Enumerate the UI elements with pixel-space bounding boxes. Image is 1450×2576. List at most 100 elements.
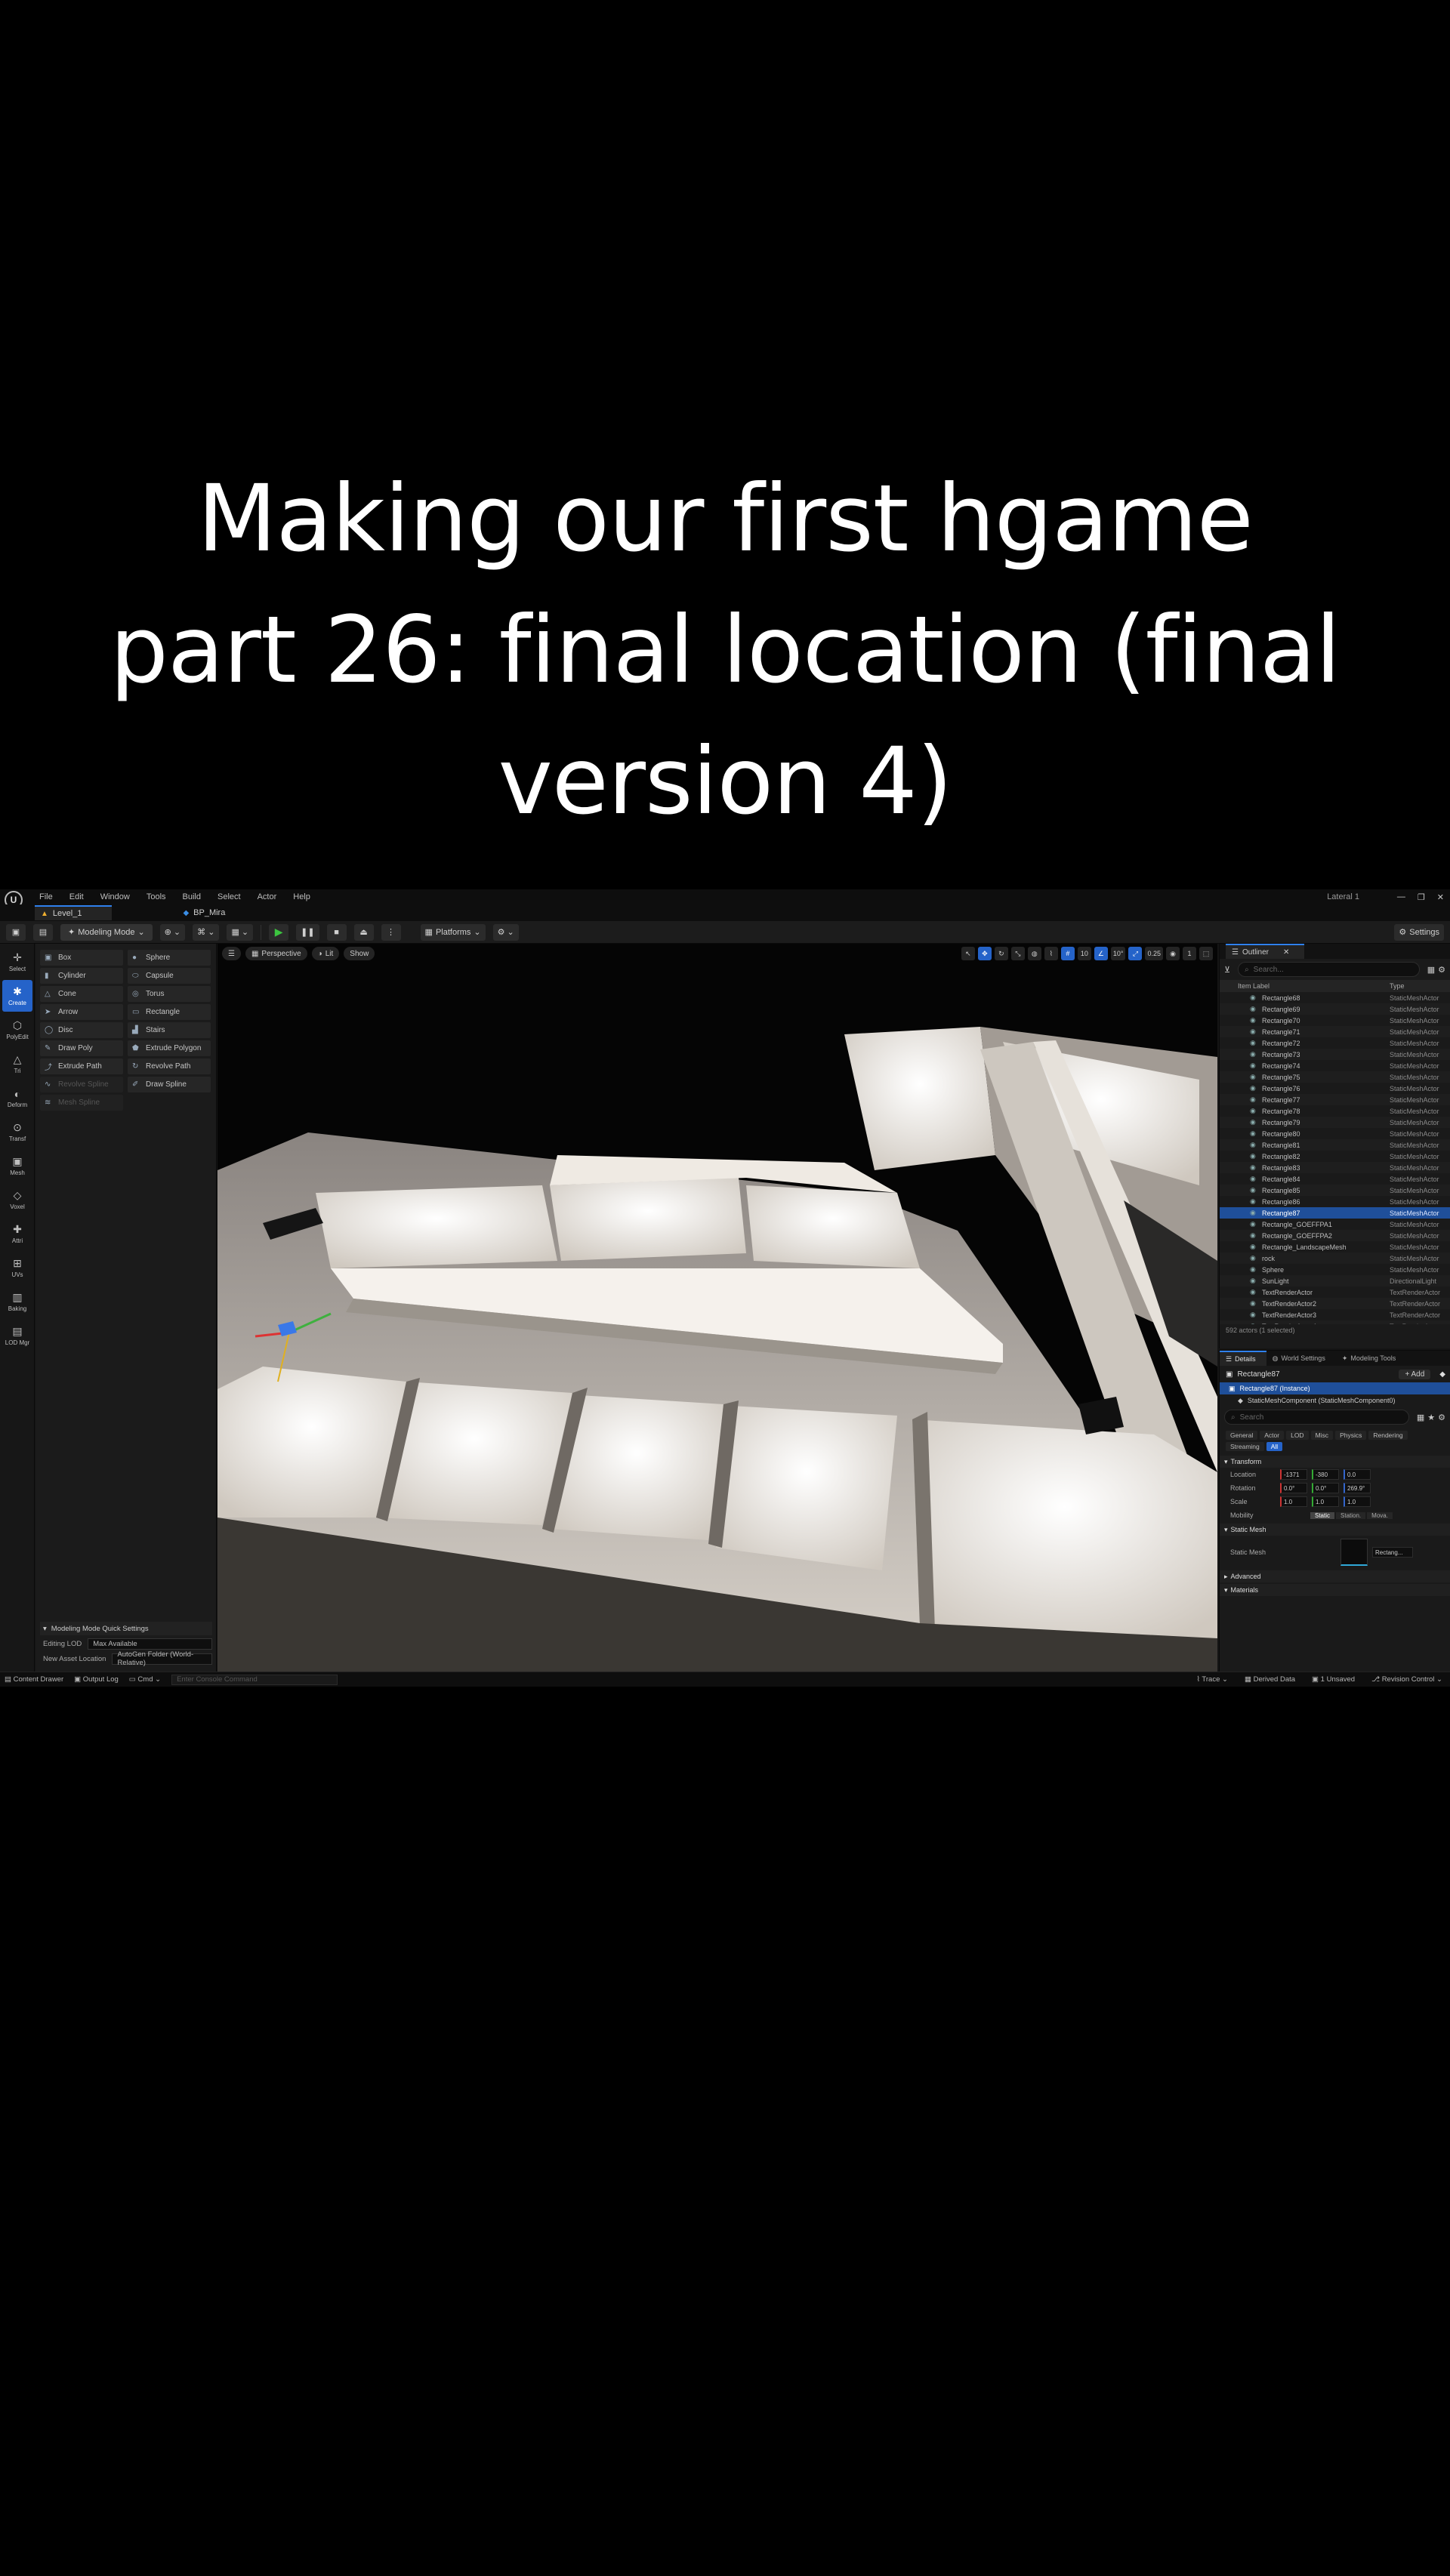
outliner-row[interactable]: ◉ Rectangle74 StaticMeshActor [1220, 1060, 1450, 1071]
filter-actor[interactable]: Actor [1260, 1431, 1285, 1440]
mode-attributes[interactable]: ✚ Attri [2, 1218, 32, 1249]
outliner-row[interactable]: ◉ Rectangle83 StaticMeshActor [1220, 1162, 1450, 1173]
rotation-label[interactable]: Rotation [1230, 1484, 1276, 1492]
outliner-row[interactable]: ◉ Rectangle86 StaticMeshActor [1220, 1196, 1450, 1207]
tool-box[interactable]: ▣ Box [40, 950, 123, 966]
scale-snap-icon[interactable]: ⤢ [1128, 947, 1143, 960]
console-input[interactable]: Enter Console Command [171, 1674, 338, 1685]
outliner-row[interactable]: ◉ Rectangle76 StaticMeshActor [1220, 1083, 1450, 1094]
static-mesh-section[interactable]: ▾ Static Mesh [1220, 1524, 1450, 1536]
grid-snap-value[interactable]: 10 [1077, 947, 1091, 960]
filter-misc[interactable]: Misc [1310, 1431, 1334, 1440]
maximize-viewport-icon[interactable]: ⬚ [1199, 947, 1213, 960]
asset-location-select[interactable]: AutoGen Folder (World-Relative) [112, 1650, 212, 1667]
tab-details[interactable]: ☰ Details [1220, 1351, 1266, 1366]
outliner-row[interactable]: ◉ Rectangle71 StaticMeshActor [1220, 1026, 1450, 1037]
derived-data-button[interactable]: ▦ Derived Data [1245, 1675, 1295, 1684]
tab-outliner[interactable]: ☰ Outliner ✕ [1226, 944, 1305, 959]
stop-button[interactable]: ■ [326, 923, 347, 941]
outliner-row[interactable]: ◉ Rectangle77 StaticMeshActor [1220, 1094, 1450, 1105]
filter-rendering[interactable]: Rendering [1368, 1431, 1408, 1440]
location-z[interactable]: 0.0 [1344, 1469, 1371, 1480]
editing-lod-select[interactable]: Max Available [88, 1638, 212, 1650]
mode-voxel[interactable]: ◇ Voxel [2, 1184, 32, 1216]
outliner-row[interactable]: ◉ Rectangle84 StaticMeshActor [1220, 1173, 1450, 1185]
tool-cone[interactable]: △ Cone [40, 986, 123, 1002]
tool-arrow[interactable]: ➤ Arrow [40, 1004, 123, 1020]
menu-help[interactable]: Help [293, 892, 310, 901]
menu-file[interactable]: File [39, 892, 53, 901]
perspective-button[interactable]: ▦ Perspective [245, 947, 307, 960]
tab-world-settings[interactable]: ◍ World Settings [1266, 1351, 1336, 1366]
unsaved-button[interactable]: ▣ 1 Unsaved [1312, 1675, 1355, 1684]
gear-icon[interactable]: ⚙ [1438, 965, 1445, 975]
outliner-row[interactable]: ◉ Rectangle72 StaticMeshActor [1220, 1037, 1450, 1049]
trace-button[interactable]: ⌇ Trace ⌄ [1196, 1675, 1228, 1684]
tool-disc[interactable]: ◯ Disc [40, 1022, 123, 1038]
tool-revolve-path[interactable]: ↻ Revolve Path [128, 1058, 211, 1074]
lit-button[interactable]: ◑ Lit [311, 947, 340, 960]
tool-extrude-polygon[interactable]: ⬟ Extrude Polygon [128, 1040, 211, 1056]
revision-control-button[interactable]: ⎇ Revision Control ⌄ [1371, 1675, 1442, 1684]
platforms-button[interactable]: ▦ Platforms ⌄ [420, 923, 486, 941]
filter-streaming[interactable]: Streaming [1226, 1442, 1264, 1451]
outliner-search-input[interactable]: ⌕ Search... [1238, 962, 1420, 977]
save-icon[interactable]: ▣ [6, 923, 26, 941]
component-static-mesh[interactable]: ◆ StaticMeshComponent (StaticMeshCompone… [1220, 1394, 1450, 1407]
output-log-button[interactable]: ▣ Output Log [74, 1675, 119, 1684]
level-viewport[interactable]: ☰ ▦ Perspective ◑ Lit Show ↖ ✥ ↻ ⤡ ◍ ⌇ # 1… [218, 944, 1217, 1672]
mode-lod[interactable]: ▤ LOD Mgr [2, 1320, 32, 1351]
world-space-icon[interactable]: ◍ [1027, 947, 1041, 960]
play-options-button[interactable]: ⋮ [381, 923, 401, 941]
camera-speed-value[interactable]: 1 [1183, 947, 1196, 960]
tool-sphere[interactable]: ● Sphere [128, 950, 211, 966]
rotate-icon[interactable]: ↻ [994, 947, 1008, 960]
surface-snap-icon[interactable]: ⌇ [1044, 947, 1058, 960]
minimize-icon[interactable]: — [1397, 892, 1405, 902]
filter-physics[interactable]: Physics [1335, 1431, 1367, 1440]
outliner-row[interactable]: ◉ Rectangle68 StaticMeshActor [1220, 992, 1450, 1003]
tab-modeling-tools[interactable]: ✦ Modeling Tools [1336, 1351, 1406, 1366]
col-item-label[interactable]: Item Label [1238, 982, 1270, 990]
mode-create[interactable]: ✱ Create [2, 980, 32, 1012]
quick-settings-header[interactable]: ▾ Modeling Mode Quick Settings [40, 1622, 212, 1635]
outliner-row[interactable]: ◉ Rectangle79 StaticMeshActor [1220, 1117, 1450, 1128]
details-search-input[interactable]: ⌕ Search [1224, 1410, 1409, 1425]
mode-select[interactable]: ✛ Select [2, 946, 32, 978]
mode-selector[interactable]: ✦ Modeling Mode ⌄ [60, 923, 153, 941]
menu-actor[interactable]: Actor [258, 892, 277, 901]
mode-polyedit[interactable]: ⬡ PolyEdit [2, 1014, 32, 1046]
outliner-row[interactable]: ◉ Rectangle87 StaticMeshActor [1220, 1207, 1450, 1219]
location-label[interactable]: Location [1230, 1471, 1276, 1478]
mode-uvs[interactable]: ⊞ UVs [2, 1252, 32, 1283]
outliner-row[interactable]: ◉ TextRenderActor2 TextRenderActor [1220, 1298, 1450, 1309]
outliner-row[interactable]: ◉ Rectangle_GOEFFPA2 StaticMeshActor [1220, 1230, 1450, 1241]
advanced-section[interactable]: ▸ Advanced [1220, 1570, 1450, 1582]
mode-transform[interactable]: ⊙ Transf [2, 1116, 32, 1148]
mobility-stationary[interactable]: Station. [1336, 1511, 1366, 1519]
pause-button[interactable]: ❚❚ [296, 923, 319, 941]
camera-speed-icon[interactable]: ◉ [1166, 947, 1180, 960]
blueprint-icon[interactable]: ◆ [1439, 1370, 1445, 1379]
mobility-static[interactable]: Static [1310, 1511, 1335, 1519]
transform-section[interactable]: ▾ Transform [1220, 1456, 1450, 1468]
outliner-row[interactable]: ◉ Rectangle78 StaticMeshActor [1220, 1105, 1450, 1117]
menu-tools[interactable]: Tools [147, 892, 166, 901]
tool-draw-spline[interactable]: ✐ Draw Spline [128, 1077, 211, 1092]
menu-build[interactable]: Build [183, 892, 201, 901]
select-mode-icon[interactable]: ↖ [961, 947, 975, 960]
tool-draw-poly[interactable]: ✎ Draw Poly [40, 1040, 123, 1056]
menu-edit[interactable]: Edit [69, 892, 84, 901]
tool-torus[interactable]: ◎ Torus [128, 986, 211, 1002]
outliner-row[interactable]: ◉ Rectangle_LandscapeMesh StaticMeshActor [1220, 1241, 1450, 1253]
filter-general[interactable]: General [1226, 1431, 1258, 1440]
cinematics-button[interactable]: ▦ ⌄ [227, 923, 254, 941]
tool-rectangle[interactable]: ▭ Rectangle [128, 1004, 211, 1020]
scale-snap-value[interactable]: 0.25 [1145, 947, 1163, 960]
viewport-menu-button[interactable]: ☰ [222, 947, 241, 960]
scale-y[interactable]: 1.0 [1312, 1496, 1339, 1507]
rotation-z[interactable]: 269.9° [1344, 1483, 1371, 1493]
outliner-row[interactable]: ◉ Rectangle80 StaticMeshActor [1220, 1128, 1450, 1139]
outliner-row[interactable]: ◉ Rectangle73 StaticMeshActor [1220, 1049, 1450, 1060]
component-root[interactable]: ▣ Rectangle87 (Instance) [1220, 1382, 1450, 1394]
